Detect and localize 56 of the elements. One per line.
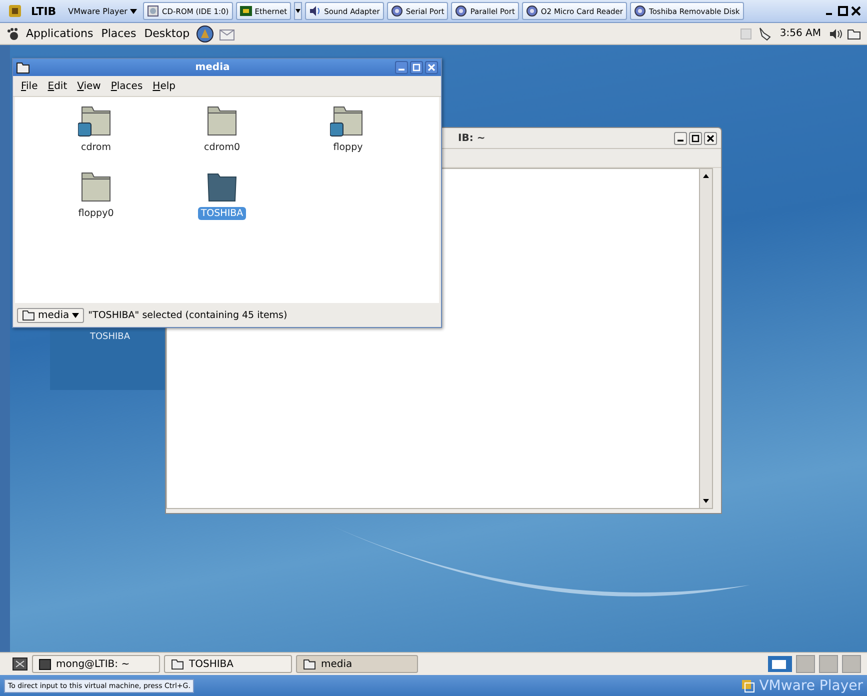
vm-title: LTIB: [31, 4, 56, 18]
foot-icon: [6, 26, 20, 40]
speaker-icon: [309, 5, 322, 17]
window-folder-icon: [16, 62, 30, 74]
clock[interactable]: 3:56 AM: [780, 28, 821, 39]
close-button[interactable]: [704, 132, 717, 144]
menu-item[interactable]: Places: [110, 80, 143, 92]
minimize-button[interactable]: [395, 61, 408, 74]
file-label[interactable]: floppy0: [75, 207, 117, 220]
volume-icon[interactable]: [829, 28, 843, 40]
scrollbar[interactable]: [699, 169, 712, 508]
taskbar-button[interactable]: mong@LTIB: ~: [32, 655, 160, 673]
vm-logo-icon: [8, 4, 22, 18]
status-text: "TOSHIBA" selected (containing 45 items): [88, 310, 288, 320]
file-label[interactable]: cdrom: [78, 141, 114, 154]
maximize-button[interactable]: [689, 132, 702, 144]
maximize-icon[interactable]: [838, 6, 848, 16]
taskbar-button[interactable]: TOSHIBA: [164, 655, 292, 673]
menu-item[interactable]: View: [77, 80, 101, 92]
terminal-icon: [39, 658, 51, 670]
file-label[interactable]: cdrom0: [200, 141, 244, 154]
brand-name: VMware Player: [759, 678, 863, 694]
device-icon: [634, 5, 646, 17]
network-card-icon: [240, 6, 252, 16]
folder-icon: [22, 310, 35, 320]
folder-icon[interactable]: [847, 28, 861, 40]
panel-menu[interactable]: Applications: [24, 27, 96, 40]
device-icon: [390, 5, 403, 17]
panel-menu[interactable]: Desktop: [142, 27, 192, 40]
tray-square-icon: [740, 28, 752, 40]
file-label[interactable]: floppy: [330, 141, 366, 154]
desktop-icon-label[interactable]: TOSHIBA: [90, 330, 130, 344]
cd-drive-icon: [147, 5, 160, 17]
menu-item[interactable]: Edit: [48, 80, 68, 92]
menu-item[interactable]: Help: [152, 80, 176, 92]
show-desktop-icon[interactable]: [12, 657, 28, 671]
vm-logo-icon: [741, 678, 756, 692]
vm-menu-button[interactable]: VMware Player: [65, 6, 140, 16]
panel-menu[interactable]: Places: [99, 27, 138, 40]
close-button[interactable]: [425, 61, 438, 74]
globe-icon[interactable]: [196, 24, 214, 42]
close-icon[interactable]: [851, 6, 861, 16]
caret-icon: [72, 312, 80, 318]
maximize-button[interactable]: [410, 61, 423, 74]
device-icon: [526, 5, 538, 17]
workspace-switcher-icon[interactable]: [768, 656, 792, 672]
taskbar-button[interactable]: media: [296, 655, 418, 673]
minimize-button[interactable]: [674, 132, 687, 144]
caret-icon: [130, 8, 138, 14]
folder-icon: [171, 658, 184, 670]
menu-item[interactable]: File: [21, 80, 38, 92]
location-button[interactable]: media: [17, 308, 84, 322]
window-title: media: [194, 62, 231, 73]
folder-icon: [303, 658, 316, 670]
device-icon: [455, 5, 468, 17]
window-title: IB: ~: [458, 132, 486, 144]
